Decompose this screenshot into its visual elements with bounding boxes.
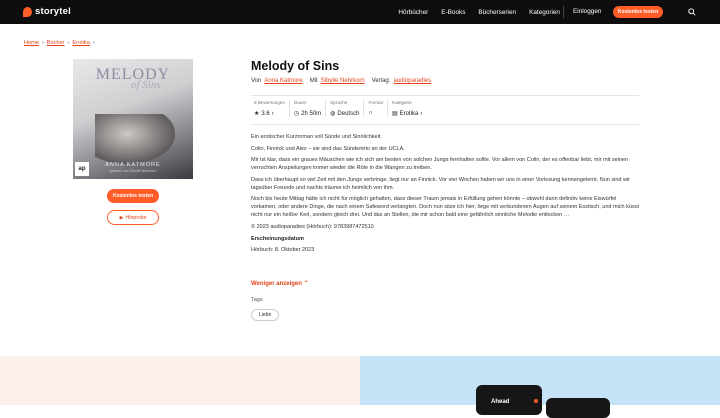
search-icon[interactable] xyxy=(688,8,696,16)
book-description: Ein erotischer Kurzroman voll Sünde und … xyxy=(251,133,639,258)
book-title: Melody of Sins xyxy=(251,59,340,73)
nav-item-hoerbuecher[interactable]: Hörbücher xyxy=(398,9,428,16)
free-trial-button[interactable]: Kostenlos testen xyxy=(613,6,663,18)
divider xyxy=(251,95,639,96)
breadcrumb-separator-icon: › xyxy=(41,40,44,46)
show-less-button[interactable]: Weniger anzeigen ⌃ xyxy=(251,280,309,287)
login-link[interactable]: Einloggen xyxy=(573,8,601,15)
book-meta: 8 Bewertungen ★ 3.6 › Dauer ◷ 2h 50m Spr… xyxy=(251,100,426,117)
main-nav: Hörbücher E-Books Bücherserien Kategorie… xyxy=(398,0,560,24)
star-icon: ★ xyxy=(254,111,260,117)
cover-script: of Sins xyxy=(131,79,161,91)
promo-phone-image: Ahead xyxy=(476,385,542,415)
byline: Von Anna Katmore Mit Sibylle Nehrkorn Ve… xyxy=(251,78,431,84)
nav-item-kategorien[interactable]: Kategorien xyxy=(529,9,560,16)
chevron-right-icon: › xyxy=(420,110,423,117)
breadcrumb: Home › Bücher › Erotika › xyxy=(24,40,95,46)
tags-label: Tags xyxy=(251,297,263,303)
show-less-label: Weniger anzeigen xyxy=(251,281,302,287)
meta-rating[interactable]: 8 Bewertungen ★ 3.6 › xyxy=(251,100,289,117)
play-icon: ▶ xyxy=(119,214,124,221)
top-navbar: storytel Hörbücher E-Books Bücherserien … xyxy=(0,0,720,24)
meta-duration: Dauer ◷ 2h 50m xyxy=(288,100,325,117)
chevron-up-icon: ⌃ xyxy=(303,281,309,287)
meta-category-value: Erotika xyxy=(399,110,419,117)
narrator-link[interactable]: Sibylle Nehrkorn xyxy=(321,78,365,84)
meta-language-value: Deutsch xyxy=(337,110,360,117)
divider xyxy=(251,124,639,125)
promo-phone-image-2 xyxy=(546,398,610,418)
sample-label: Hörprobe xyxy=(125,214,147,221)
publisher-badge: ap xyxy=(75,162,89,176)
description-paragraph: Dass ich überhaupt so viel Zeit mit den … xyxy=(251,176,630,191)
by-label: Von xyxy=(251,78,262,84)
release-heading: Erscheinungsdatum xyxy=(251,235,304,242)
meta-category-label: Kategorie xyxy=(392,100,412,105)
storytel-logo[interactable]: storytel xyxy=(23,6,71,17)
meta-rating-label: 8 Bewertungen xyxy=(254,100,285,105)
publisher-link[interactable]: audioparadies xyxy=(393,78,431,84)
meta-duration-value: 2h 50m xyxy=(301,110,322,117)
clock-icon: ◷ xyxy=(293,111,300,117)
copyright-line: © 2023 audioparadies (Hörbuch): 97839874… xyxy=(251,223,374,230)
description-paragraph: Mir ist klar, dass ein graues Mäuschen w… xyxy=(251,157,629,172)
meta-language: Sprache ◍ Deutsch xyxy=(325,100,363,117)
book-cover: MELODY of Sins ANNA KATMORE gelesen von … xyxy=(73,59,193,179)
cover-reader: gelesen von Sibylle Nehrkorn xyxy=(109,169,157,173)
description-paragraph: Ein erotischer Kurzroman voll Sünde und … xyxy=(251,134,382,140)
cover-illustration xyxy=(95,114,175,164)
category-icon: ▤ xyxy=(392,111,398,117)
meta-format-label: Format xyxy=(368,100,383,105)
nav-divider xyxy=(563,6,564,18)
release-date: Hörbuch: 8. Oktober 2023 xyxy=(251,247,315,254)
chevron-right-icon: › xyxy=(271,110,274,117)
meta-language-label: Sprache xyxy=(330,100,348,105)
sample-button[interactable]: ▶ Hörprobe xyxy=(107,210,159,225)
publisher-label: Verlag: xyxy=(371,78,391,84)
breadcrumb-erotika[interactable]: Erotika xyxy=(72,40,89,46)
breadcrumb-buecher[interactable]: Bücher xyxy=(47,40,65,46)
free-trial-cover-button[interactable]: Kostenlos testen xyxy=(107,189,159,203)
phone-text: Ahead xyxy=(491,399,510,405)
description-paragraph: Noch bis heute Mittag hätte ich nicht fü… xyxy=(251,196,639,219)
promo-band-left xyxy=(0,356,360,405)
nav-item-buecherserien[interactable]: Bücherserien xyxy=(478,9,516,16)
nav-item-ebooks[interactable]: E-Books xyxy=(441,9,465,16)
tag-liebe[interactable]: Liebe xyxy=(251,309,280,321)
meta-rating-value: 3.6 xyxy=(261,110,270,117)
meta-format: Format ∩ xyxy=(363,100,387,117)
storytel-logo-icon xyxy=(23,6,32,17)
meta-category[interactable]: Kategorie ▤ Erotika › xyxy=(387,100,426,117)
globe-icon: ◍ xyxy=(330,111,336,117)
notification-dot-icon xyxy=(534,399,538,403)
with-label: Mit xyxy=(309,78,318,84)
description-paragraph: Colin, Finnick und Alex – sie sind das S… xyxy=(251,145,405,152)
logo-text: storytel xyxy=(35,6,71,17)
breadcrumb-separator-icon: › xyxy=(67,40,70,46)
headphones-icon: ∩ xyxy=(368,110,373,116)
meta-duration-label: Dauer xyxy=(293,100,307,105)
author-link[interactable]: Anna Katmore xyxy=(264,78,302,84)
cover-author: ANNA KATMORE xyxy=(105,162,161,168)
breadcrumb-separator-icon: › xyxy=(92,40,95,46)
breadcrumb-home[interactable]: Home xyxy=(24,40,39,46)
